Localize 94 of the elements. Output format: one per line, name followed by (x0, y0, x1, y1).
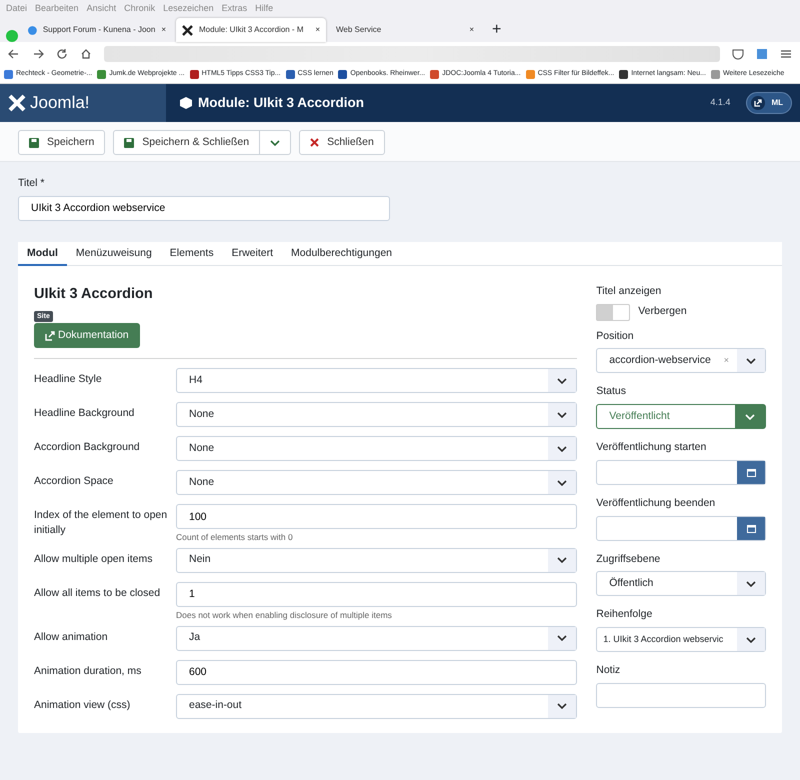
select-field[interactable]: Ja (176, 626, 578, 650)
toolbar-button[interactable]: Schließen (299, 130, 385, 155)
tab-title: Web Service (336, 24, 382, 36)
form-tab[interactable]: Erweitert (222, 242, 282, 266)
input-field[interactable] (596, 682, 766, 708)
page-title: Module: UIkit 3 Accordion (198, 94, 364, 112)
form-tab[interactable]: Menüzuweisung (66, 242, 161, 266)
title-field[interactable]: UIkit 3 Accordion webservice (18, 196, 390, 221)
browser-tab[interactable]: Module: UIkit 3 Accordion - M × (176, 18, 326, 42)
browser-tab[interactable]: Web Service × (330, 18, 480, 42)
select-field[interactable]: Veröffentlicht (596, 404, 766, 429)
calendar-icon (746, 524, 756, 532)
chevron-down-icon (746, 580, 756, 587)
input-field[interactable]: 600 (176, 660, 578, 684)
select-field[interactable]: ease-in-out (176, 694, 578, 718)
forward-icon[interactable] (32, 48, 44, 60)
external-link-icon (751, 96, 766, 110)
address-field[interactable] (104, 46, 720, 62)
toggle-switch[interactable] (596, 304, 630, 320)
home-icon[interactable] (80, 48, 92, 60)
field-label: Veröffentlichung starten (596, 440, 708, 455)
field-label: Veröffentlichung beenden (596, 496, 716, 511)
documentation-button[interactable]: Dokumentation (34, 323, 140, 348)
field-label: Index of the element to open initially (34, 508, 168, 538)
form-tab[interactable]: Modulberechtigungen (282, 242, 402, 266)
module-heading: UIkit 3 Accordion (34, 284, 154, 304)
form-tab[interactable]: Elements (160, 242, 223, 266)
chevron-down-icon (557, 446, 568, 452)
select-field[interactable]: None (176, 402, 578, 427)
select-field[interactable]: None (176, 436, 578, 461)
chevron-down-icon (557, 703, 568, 709)
field-label: Titel * (18, 176, 46, 191)
calendar-button[interactable] (737, 516, 765, 540)
close-icon[interactable]: × (315, 24, 320, 36)
tab-title: Module: UIkit 3 Accordion - M (199, 24, 304, 36)
user-menu[interactable]: ML (746, 92, 792, 114)
chevron-down-icon (557, 412, 568, 418)
cube-icon (180, 97, 192, 109)
chevron-down-icon (746, 636, 756, 642)
help-text: Count of elements starts with 0 (176, 531, 294, 544)
logo-text: Joomla! (30, 92, 90, 114)
select-field[interactable]: accordion-webservice × (596, 348, 766, 374)
field-label: Zugriffsebene (596, 552, 662, 566)
new-tab-button[interactable]: + (484, 18, 510, 42)
close-icon[interactable]: × (469, 24, 474, 36)
browser-tab[interactable]: Support Forum - Kunena - Joon × (22, 18, 172, 42)
field-label: Allow multiple open items (34, 552, 154, 567)
field-label: Status (596, 384, 628, 400)
form-tab[interactable]: Modul (18, 242, 67, 266)
reload-icon[interactable] (56, 48, 68, 60)
field-label: Accordion Space (34, 474, 114, 489)
save-icon (29, 138, 39, 148)
date-field[interactable] (596, 516, 766, 540)
select-field[interactable]: None (176, 470, 578, 495)
calendar-button[interactable] (737, 460, 765, 484)
tab-title: Support Forum - Kunena - Joon (42, 24, 156, 36)
field-label: Titel anzeigen (596, 284, 662, 299)
field-label: Allow all items to be closed (34, 586, 162, 601)
menu-icon[interactable] (780, 48, 792, 60)
close-icon[interactable]: × (161, 24, 166, 36)
chevron-down-icon (557, 480, 568, 486)
save-icon (124, 138, 134, 148)
field-label: Animation view (css) (34, 698, 132, 712)
input-field[interactable]: 1 (176, 582, 578, 607)
field-label: Position (596, 328, 635, 344)
select-field[interactable]: Öffentlich (596, 571, 766, 596)
field-label: Headline Style (34, 372, 103, 387)
chevron-down-icon (557, 635, 568, 641)
select-field[interactable]: Nein (176, 548, 578, 573)
toolbar-button[interactable]: Speichern & Schließen (113, 130, 260, 155)
field-label: Accordion Background (34, 440, 141, 455)
help-text: Does not work when enabling disclosure of multiple items (176, 608, 393, 622)
chevron-down-icon (270, 140, 280, 146)
back-icon[interactable] (8, 48, 20, 60)
chevron-down-icon (557, 378, 568, 384)
calendar-icon (746, 468, 756, 477)
chevron-down-icon (745, 414, 755, 420)
dropdown-toggle-button[interactable] (260, 130, 292, 155)
date-field[interactable] (596, 460, 766, 485)
chevron-down-icon (557, 557, 568, 564)
field-label: Reihenfolge (596, 607, 654, 622)
select-field[interactable]: 1. UIkit 3 Accordion webservic (596, 627, 766, 652)
close-icon (310, 138, 320, 147)
field-label: Headline Background (34, 406, 136, 421)
select-field[interactable]: H4 (176, 368, 578, 393)
input-field[interactable]: 100 (176, 504, 578, 529)
external-link-icon (45, 330, 55, 340)
toolbar-button[interactable]: Speichern (18, 130, 106, 155)
toggle-label: Verbergen (638, 304, 687, 320)
field-label: Allow animation (34, 630, 109, 644)
version-label: 4.1.4 (710, 96, 730, 110)
field-label: Animation duration, ms (34, 664, 142, 678)
field-label: Notiz (596, 663, 622, 678)
chevron-down-icon (746, 358, 756, 364)
